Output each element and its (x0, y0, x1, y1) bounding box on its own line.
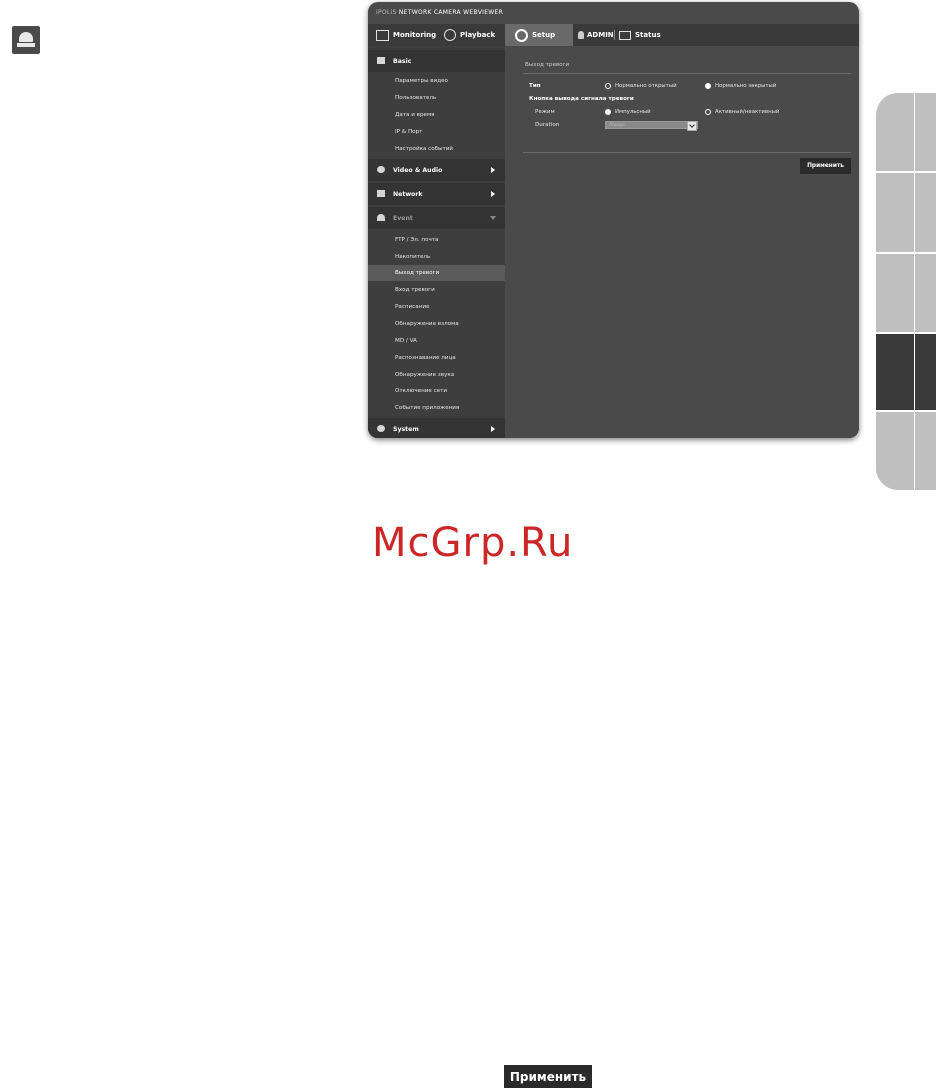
radio-normally-open[interactable]: Нормально открытый (605, 83, 677, 89)
chapter-tab-active (876, 334, 936, 410)
sidebar-item-date-time[interactable]: Дата и время (368, 107, 505, 123)
sidebar-section-basic[interactable]: Basic (368, 50, 505, 72)
app-header: iPOLiS NETWORK CAMERA WEBVIEWER (368, 2, 859, 24)
sidebar: Basic Параметры видео Пользователь Дата … (368, 46, 505, 438)
sidebar-item-audio-detection[interactable]: Обнаружение звука (368, 367, 505, 383)
divider (523, 73, 851, 74)
sidebar-item-md-va[interactable]: MD / VA (368, 333, 505, 349)
chevron-down-icon[interactable] (687, 121, 697, 131)
sidebar-item-face-detection[interactable]: Распознавание лица (368, 350, 505, 366)
sidebar-section-system[interactable]: System (368, 418, 505, 438)
sidebar-item-user[interactable]: Пользователь (368, 90, 505, 106)
radio-normally-closed[interactable]: Нормально закрытый (705, 83, 776, 89)
admin-link[interactable]: ADMIN (578, 24, 614, 46)
apply-button-example: Применить (504, 1065, 592, 1088)
radio-active-inactive[interactable]: Активный/неактивный (705, 109, 779, 115)
chevron-right-icon (491, 167, 495, 173)
sidebar-item-storage[interactable]: Накопитель (368, 249, 505, 265)
tab-monitoring[interactable]: Monitoring (376, 24, 436, 46)
video-audio-icon (377, 166, 385, 173)
sidebar-item-network-disconnect[interactable]: Отключение сети (368, 383, 505, 399)
webviewer-window: iPOLiS NETWORK CAMERA WEBVIEWER Monitori… (368, 2, 859, 438)
gear-icon (515, 28, 528, 42)
chapter-tab (876, 173, 936, 252)
watermark: McGrp.Ru (372, 520, 574, 566)
alarm-output-button-label: Кнопка вывода сигнала тревоги (529, 96, 634, 102)
monitor-icon (376, 29, 389, 41)
event-icon (12, 26, 40, 54)
apply-button[interactable]: Применить (800, 158, 851, 174)
sidebar-section-event[interactable]: Event (368, 207, 505, 229)
gear-icon (377, 425, 385, 432)
chevron-right-icon (491, 191, 495, 197)
chapter-tab (876, 412, 936, 490)
mode-label: Режим (535, 109, 555, 115)
type-label: Тип (529, 83, 541, 89)
radio-indicator (705, 83, 711, 89)
brand-title: iPOLiS NETWORK CAMERA WEBVIEWER (376, 9, 504, 16)
sidebar-item-alarm-input[interactable]: Вход тревоги (368, 282, 505, 298)
sidebar-item-app-event[interactable]: Событие приложения (368, 400, 505, 416)
duration-select[interactable]: Always (605, 121, 698, 131)
sidebar-item-ftp-email[interactable]: FTP / Эл. почта (368, 232, 505, 248)
page-title: Выход тревоги (525, 62, 570, 68)
chapter-tabs (876, 93, 936, 563)
chevron-right-icon (491, 426, 495, 432)
sidebar-item-tamper-detection[interactable]: Обнаружение взлома (368, 316, 505, 332)
settings-panel: Выход тревоги Тип Нормально открытый Нор… (505, 46, 859, 438)
sidebar-section-video-audio[interactable]: Video & Audio (368, 159, 505, 181)
tab-setup[interactable]: Setup (505, 24, 573, 46)
film-reel-icon (444, 29, 456, 41)
chapter-tab (876, 93, 936, 171)
duration-label: Duration (535, 122, 560, 128)
chevron-down-icon (490, 216, 496, 220)
sidebar-item-schedule[interactable]: Расписание (368, 299, 505, 315)
radio-pulse[interactable]: Импульсный (605, 109, 651, 115)
sidebar-item-alarm-output[interactable]: Выход тревоги (368, 265, 505, 281)
radio-indicator (605, 109, 611, 115)
tab-playback[interactable]: Playback (444, 24, 495, 46)
edit-icon (377, 57, 385, 64)
radio-indicator (705, 109, 711, 115)
sidebar-item-event-setup[interactable]: Настройка событий (368, 141, 505, 157)
top-navigation: Monitoring Playback Setup ADMIN Status (368, 24, 859, 46)
sidebar-section-network[interactable]: Network (368, 183, 505, 205)
status-link[interactable]: Status (619, 24, 661, 46)
sidebar-item-video-params[interactable]: Параметры видео (368, 73, 505, 89)
status-icon (619, 30, 631, 40)
radio-indicator (605, 83, 611, 89)
alarm-icon (377, 214, 385, 221)
chapter-tab (876, 254, 936, 332)
network-icon (377, 190, 385, 197)
user-icon (578, 31, 584, 39)
sidebar-item-ip-port[interactable]: IP & Порт (368, 124, 505, 140)
divider (523, 152, 851, 153)
